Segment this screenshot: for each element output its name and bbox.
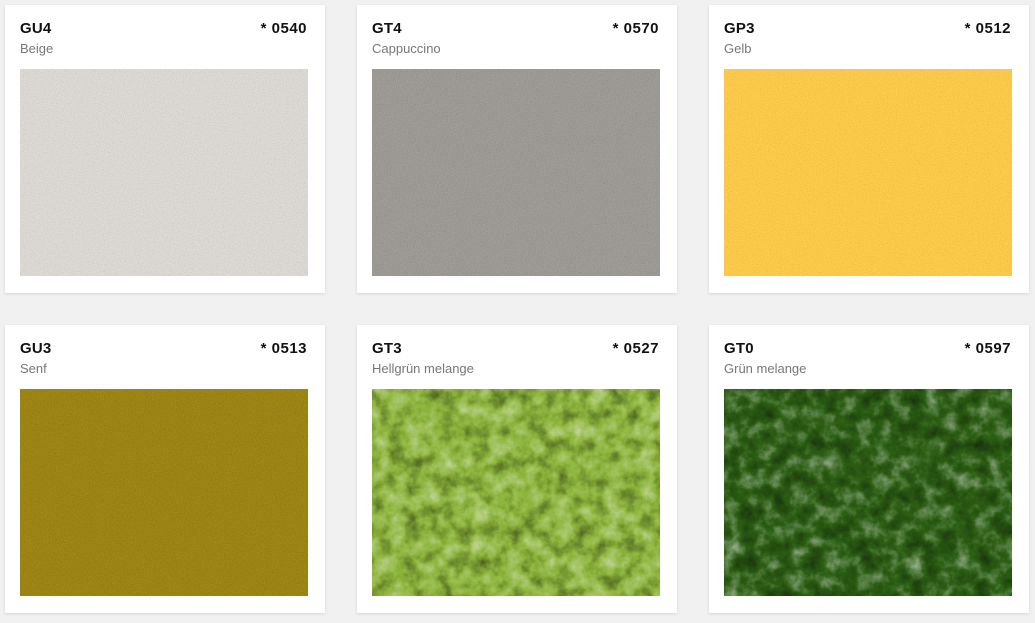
swatch-code: GT4 bbox=[372, 20, 402, 37]
swatch-card-gu3[interactable]: GU3 * 0513 Senf bbox=[5, 325, 325, 613]
swatch-name: Senf bbox=[20, 361, 47, 376]
swatch-number: * 0597 bbox=[964, 340, 1011, 357]
swatch-number: * 0540 bbox=[260, 20, 307, 37]
swatch-card-gt0[interactable]: GT0 * 0597 Grün melange bbox=[709, 325, 1029, 613]
swatch-image[interactable] bbox=[20, 389, 308, 596]
swatch-number: * 0570 bbox=[612, 20, 659, 37]
swatch-image[interactable] bbox=[372, 69, 660, 276]
swatch-image[interactable] bbox=[724, 69, 1012, 276]
swatch-card-gt3[interactable]: GT3 * 0527 Hellgrün melange bbox=[357, 325, 677, 613]
swatch-image[interactable] bbox=[372, 389, 660, 596]
swatch-card-gu4[interactable]: GU4 * 0540 Beige bbox=[5, 5, 325, 293]
swatch-code: GT3 bbox=[372, 340, 402, 357]
swatch-number: * 0512 bbox=[964, 20, 1011, 37]
swatch-name: Hellgrün melange bbox=[372, 361, 474, 376]
swatch-card-gt4[interactable]: GT4 * 0570 Cappuccino bbox=[357, 5, 677, 293]
swatch-name: Gelb bbox=[724, 41, 752, 56]
swatch-name: Cappuccino bbox=[372, 41, 441, 56]
swatch-name: Beige bbox=[20, 41, 54, 56]
swatch-image[interactable] bbox=[20, 69, 308, 276]
swatch-code: GU4 bbox=[20, 20, 52, 37]
swatch-number: * 0513 bbox=[260, 340, 307, 357]
swatch-number: * 0527 bbox=[612, 340, 659, 357]
swatch-grid: GU4 * 0540 Beige GT4 * 0570 Cappuccino G… bbox=[0, 0, 1035, 623]
swatch-code: GU3 bbox=[20, 340, 52, 357]
swatch-code: GT0 bbox=[724, 340, 754, 357]
swatch-code: GP3 bbox=[724, 20, 755, 37]
swatch-image[interactable] bbox=[724, 389, 1012, 596]
swatch-name: Grün melange bbox=[724, 361, 807, 376]
swatch-card-gp3[interactable]: GP3 * 0512 Gelb bbox=[709, 5, 1029, 293]
